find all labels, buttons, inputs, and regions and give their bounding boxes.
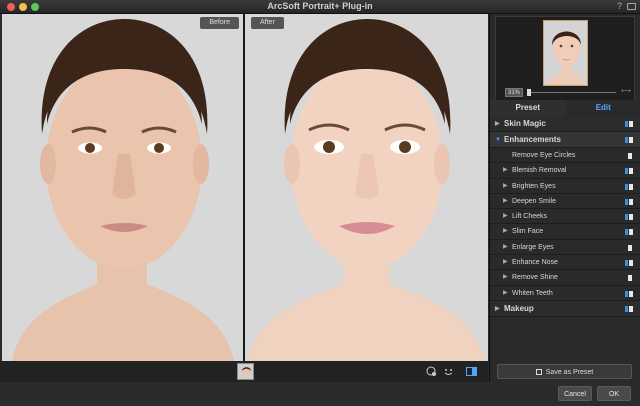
smile-icon[interactable] xyxy=(443,366,454,377)
enhancement-item[interactable]: ▶ Whiten Teeth xyxy=(490,285,640,301)
expand-arrow-icon[interactable]: ▶ xyxy=(503,270,508,285)
title-bar: ArcSoft Portrait+ Plug-in ? xyxy=(0,0,640,14)
toggle-icon[interactable] xyxy=(625,121,633,127)
image-toolbar xyxy=(0,361,488,382)
expand-arrow-icon[interactable]: ▶ xyxy=(503,240,508,255)
expand-arrow-icon[interactable]: ▶ xyxy=(503,255,508,270)
enhancement-label: Slim Face xyxy=(512,228,544,236)
keyboard-icon[interactable] xyxy=(627,3,636,10)
enhancement-label: Remove Shine xyxy=(512,274,558,282)
toggle-icon[interactable] xyxy=(625,260,633,267)
toggle-icon[interactable] xyxy=(625,168,633,175)
ok-button[interactable]: OK xyxy=(597,386,631,401)
section-label: Makeup xyxy=(504,303,534,313)
zoom-slider-track[interactable] xyxy=(528,92,616,93)
enhancement-label: Lift Cheeks xyxy=(512,213,548,221)
save-as-preset-button[interactable]: Save as Preset xyxy=(497,364,632,379)
enhancement-item[interactable]: ▶ Remove Shine xyxy=(490,270,640,286)
enhancement-item[interactable]: Remove Eye Circles xyxy=(490,148,640,164)
window-title: ArcSoft Portrait+ Plug-in xyxy=(267,1,373,11)
section-label: Enhancements xyxy=(504,135,561,144)
enhancement-label: Remove Eye Circles xyxy=(512,152,576,159)
after-image-pane[interactable]: After xyxy=(245,14,488,361)
expand-arrow-icon[interactable]: ▶ xyxy=(503,179,508,194)
expand-arrow-icon[interactable]: ▶ xyxy=(495,116,500,132)
section-skin-magic[interactable]: ▶ Skin Magic xyxy=(490,116,640,132)
tab-edit[interactable]: Edit xyxy=(565,100,640,116)
navigator: 31% ⟷ xyxy=(495,16,635,109)
edit-list: ▶ Skin Magic ▼ Enhancements Remove Eye C… xyxy=(490,116,640,317)
toggle-icon[interactable] xyxy=(625,137,633,143)
before-image-pane[interactable]: Before xyxy=(2,14,243,361)
after-label[interactable]: After xyxy=(251,17,284,29)
section-label: Skin Magic xyxy=(504,119,546,128)
expand-arrow-icon[interactable]: ▶ xyxy=(495,301,500,317)
toggle-icon[interactable] xyxy=(625,290,633,297)
enhancement-label: Enlarge Eyes xyxy=(512,243,554,251)
expand-arrow-icon[interactable]: ▶ xyxy=(503,209,508,224)
expand-arrow-icon[interactable]: ▶ xyxy=(503,163,508,178)
enhancement-label: Deepen Smile xyxy=(512,197,556,205)
section-enhancements[interactable]: ▼ Enhancements xyxy=(490,132,640,148)
toggle-icon[interactable] xyxy=(625,183,633,190)
zoom-slider-knob[interactable] xyxy=(527,89,531,96)
tab-preset[interactable]: Preset xyxy=(490,100,566,116)
navigator-thumbnail[interactable] xyxy=(543,20,588,86)
right-panel: 31% ⟷ Preset Edit ▶ Skin Magic ▼ Enhance… xyxy=(489,14,640,382)
enhancement-item[interactable]: ▶ Enhance Nose xyxy=(490,255,640,271)
toggle-icon[interactable] xyxy=(625,214,633,221)
enhancement-item[interactable]: ▶ Blemish Removal xyxy=(490,163,640,179)
zoom-level[interactable]: 31% xyxy=(505,88,523,97)
enhancement-item[interactable]: ▶ Lift Cheeks xyxy=(490,209,640,225)
dialog-footer: Cancel OK xyxy=(0,382,640,406)
enhancement-label: Whiten Teeth xyxy=(512,289,553,297)
expand-arrow-icon[interactable]: ▶ xyxy=(503,224,508,239)
enhancement-item[interactable]: ▶ Enlarge Eyes xyxy=(490,239,640,256)
toggle-icon[interactable] xyxy=(625,244,633,251)
enhancement-label: Blemish Removal xyxy=(512,167,567,175)
toggle-icon[interactable] xyxy=(625,275,633,282)
enhancement-label: Brighten Eyes xyxy=(512,182,556,190)
collapse-arrow-icon[interactable]: ▼ xyxy=(495,132,501,148)
face-thumbnail[interactable] xyxy=(237,363,254,380)
section-makeup[interactable]: ▶ Makeup xyxy=(490,300,640,317)
fit-zoom-icon[interactable]: ⟷ xyxy=(621,87,631,95)
toggle-icon[interactable] xyxy=(625,229,633,236)
expand-arrow-icon[interactable]: ▶ xyxy=(503,194,508,209)
before-portrait-image xyxy=(2,14,243,361)
split-view-icon[interactable] xyxy=(466,366,477,377)
toggle-icon[interactable] xyxy=(625,198,633,205)
enhancement-item[interactable]: ▶ Brighten Eyes xyxy=(490,178,640,194)
save-as-preset-label: Save as Preset xyxy=(545,369,594,376)
after-portrait-image xyxy=(245,14,488,361)
face-detect-icon[interactable] xyxy=(426,366,437,377)
before-label[interactable]: Before xyxy=(200,17,239,29)
toggle-icon[interactable] xyxy=(625,153,633,159)
expand-arrow-icon[interactable]: ▶ xyxy=(503,286,508,301)
enhancement-item[interactable]: ▶ Deepen Smile xyxy=(490,193,640,210)
enhancement-item[interactable]: ▶ Slim Face xyxy=(490,224,640,240)
toggle-icon[interactable] xyxy=(625,305,633,312)
mode-tabs: Preset Edit xyxy=(490,100,640,116)
cancel-button[interactable]: Cancel xyxy=(558,386,592,401)
enhancement-label: Enhance Nose xyxy=(512,259,558,267)
save-icon xyxy=(535,369,542,375)
help-icon[interactable]: ? xyxy=(617,1,622,11)
